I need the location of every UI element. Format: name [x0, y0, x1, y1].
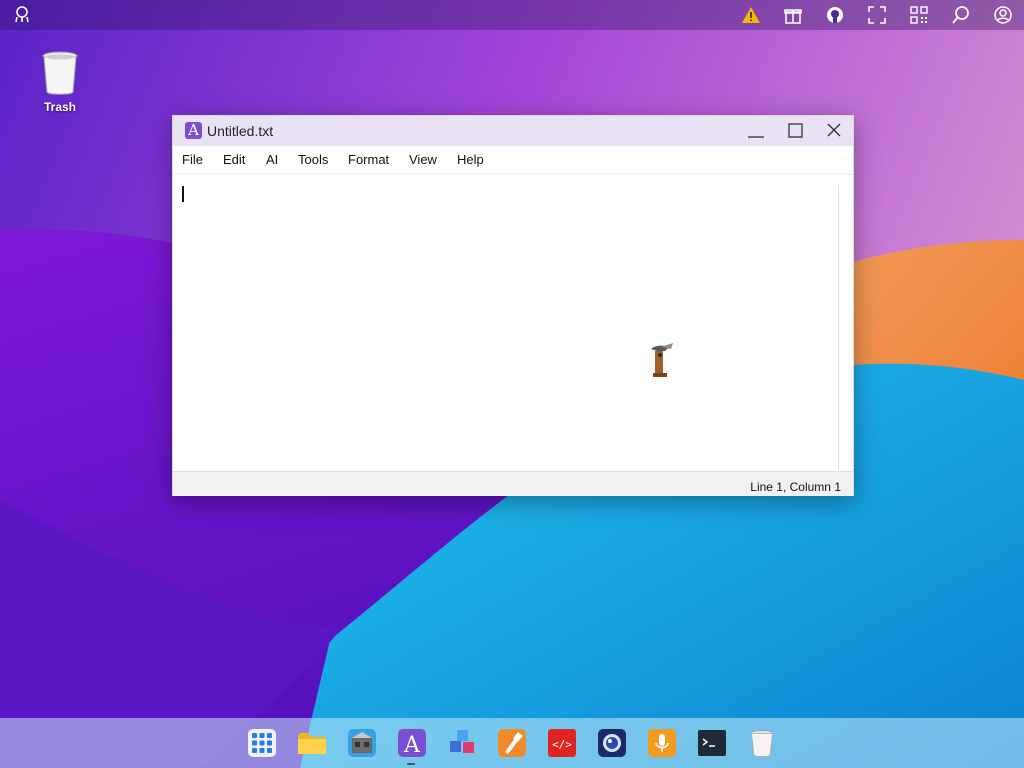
recorder-icon[interactable]	[647, 728, 677, 758]
user-icon[interactable]	[993, 5, 1013, 25]
close-button[interactable]	[819, 120, 849, 142]
trash-icon	[42, 51, 78, 95]
trash-icon[interactable]	[747, 728, 777, 758]
files-icon[interactable]	[297, 728, 327, 758]
app-launcher-icon[interactable]	[247, 728, 277, 758]
warning-icon[interactable]	[741, 5, 761, 25]
text-editor-icon[interactable]: A	[397, 728, 427, 758]
code-editor-icon[interactable]: </>	[547, 728, 577, 758]
desktop-trash-label: Trash	[43, 100, 76, 114]
logo-icon[interactable]	[12, 5, 32, 25]
maximize-button[interactable]	[780, 120, 810, 142]
terminal-icon[interactable]	[697, 728, 727, 758]
search-icon[interactable]	[951, 5, 971, 25]
qr-code-icon[interactable]	[909, 5, 929, 25]
camera-icon[interactable]	[597, 728, 627, 758]
desktop-trash[interactable]: Trash	[30, 50, 90, 114]
store-icon[interactable]	[347, 728, 377, 758]
minimize-icon	[748, 136, 764, 138]
blocks-icon[interactable]	[447, 728, 477, 758]
minimize-button[interactable]	[741, 120, 771, 142]
text-editor-app-icon: A	[185, 122, 202, 139]
dock: A </>	[0, 718, 1024, 768]
text-caret	[182, 186, 184, 202]
menu-view[interactable]: View	[409, 152, 437, 167]
menu-tools[interactable]: Tools	[298, 152, 328, 167]
fullscreen-icon[interactable]	[867, 5, 887, 25]
status-bar: Line 1, Column 1	[173, 471, 853, 496]
maximize-icon	[788, 123, 803, 138]
close-icon	[827, 123, 841, 137]
gift-icon[interactable]	[783, 5, 803, 25]
paint-icon[interactable]	[497, 728, 527, 758]
menu-file[interactable]: File	[182, 152, 203, 167]
active-app-indicator	[407, 763, 415, 765]
github-icon[interactable]	[825, 5, 845, 25]
svg-text:A: A	[403, 733, 421, 758]
menu-help[interactable]: Help	[457, 152, 484, 167]
menu-edit[interactable]: Edit	[223, 152, 245, 167]
text-editor-area[interactable]	[173, 175, 838, 470]
window-titlebar[interactable]: A Untitled.txt	[173, 116, 853, 146]
cursor-position-status: Line 1, Column 1	[750, 480, 841, 494]
menu-bar: File Edit AI Tools Format View Help	[173, 146, 853, 175]
svg-text:</>: </>	[552, 738, 572, 751]
window-title: Untitled.txt	[207, 123, 274, 139]
vertical-scrollbar[interactable]	[838, 186, 839, 470]
menu-format[interactable]: Format	[348, 152, 389, 167]
top-bar	[0, 0, 1024, 30]
menu-ai[interactable]: AI	[266, 152, 278, 167]
cursor-figure-icon	[651, 343, 673, 377]
text-editor-window: A Untitled.txt File Edit AI Tools Format…	[172, 115, 854, 496]
